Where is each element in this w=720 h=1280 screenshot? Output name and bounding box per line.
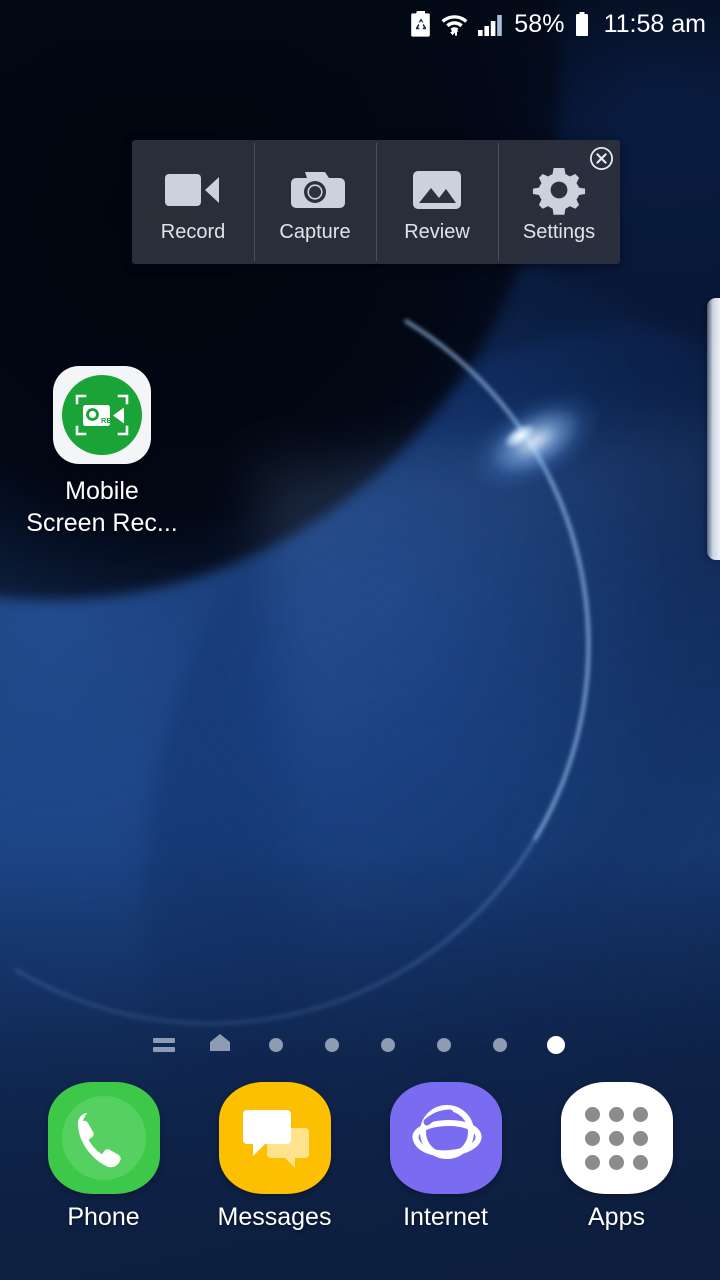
toolbar-label-capture: Capture [279, 220, 351, 243]
page-indicator-dot-2[interactable] [304, 1037, 360, 1052]
phone-icon [61, 1096, 146, 1180]
app-shortcut-mobile-screen-recorder[interactable]: REC Mobile Screen Rec... [22, 366, 182, 539]
page-dot [381, 1037, 395, 1052]
page-indicator-briefing[interactable] [136, 1037, 192, 1052]
page-indicator-dot-4[interactable] [416, 1037, 472, 1052]
page-indicator-dot-1[interactable] [248, 1037, 304, 1052]
dock-label-phone: Phone [67, 1203, 140, 1231]
page-dot-active [547, 1035, 565, 1054]
image-icon [408, 161, 466, 219]
battery-icon [574, 11, 590, 37]
internet-tile [389, 1082, 502, 1194]
video-camera-icon [161, 161, 225, 219]
page-indicator[interactable] [0, 1032, 720, 1057]
messages-tile [218, 1082, 331, 1194]
dock-label-messages: Messages [217, 1203, 332, 1231]
dock-item-internet[interactable]: Internet [371, 1082, 521, 1230]
status-bar-clock: 11:58 am [603, 9, 706, 38]
wifi-icon [441, 10, 468, 38]
page-indicator-dot-active[interactable] [528, 1035, 584, 1054]
battery-percentage: 58% [514, 9, 565, 38]
page-dot [493, 1037, 507, 1052]
toolbar-button-record[interactable]: Record [132, 140, 254, 264]
briefing-icon [153, 1037, 175, 1052]
dock-item-phone[interactable]: Phone [29, 1082, 179, 1230]
dock-label-apps: Apps [588, 1203, 645, 1231]
page-indicator-dot-3[interactable] [360, 1037, 416, 1052]
signal-bars-icon [477, 10, 505, 38]
page-dot [437, 1037, 451, 1052]
camera-icon [284, 161, 346, 219]
toolbar-label-record: Record [160, 220, 226, 243]
apps-tile [560, 1082, 673, 1194]
toolbar-button-capture[interactable]: Capture [254, 140, 376, 264]
dock-item-apps[interactable]: Apps [542, 1082, 692, 1230]
svg-text:REC: REC [101, 416, 117, 425]
page-dot [325, 1037, 339, 1052]
apps-grid-icon [585, 1106, 648, 1170]
power-saving-battery-icon [410, 10, 432, 38]
screen-recorder-toolbar[interactable]: Record Capture Review Settings [132, 140, 620, 264]
page-indicator-home[interactable] [192, 1032, 248, 1057]
dock: Phone Messages Internet Apps [0, 1082, 720, 1280]
home-icon [208, 1032, 232, 1057]
dock-label-internet: Internet [403, 1203, 488, 1231]
dock-item-messages[interactable]: Messages [200, 1082, 350, 1230]
toolbar-label-settings: Settings [522, 220, 596, 243]
app-icon-tile: REC [53, 366, 151, 464]
app-shortcut-label: Mobile Screen Rec... [26, 477, 178, 537]
messages-icon [242, 1110, 309, 1168]
page-indicator-dot-5[interactable] [472, 1037, 528, 1052]
status-bar[interactable]: 58% 11:58 am [0, 0, 720, 48]
internet-icon [412, 1105, 481, 1159]
close-icon[interactable] [589, 146, 614, 171]
android-home-screen: 58% 11:58 am Record Capture Review Setti… [0, 0, 720, 1280]
toolbar-button-review[interactable]: Review [376, 140, 498, 264]
phone-tile [47, 1082, 160, 1194]
toolbar-label-review: Review [404, 220, 470, 243]
screen-recorder-icon: REC [62, 375, 142, 455]
edge-panel-handle[interactable] [707, 298, 720, 560]
page-dot [269, 1037, 283, 1052]
gear-icon [528, 161, 590, 219]
